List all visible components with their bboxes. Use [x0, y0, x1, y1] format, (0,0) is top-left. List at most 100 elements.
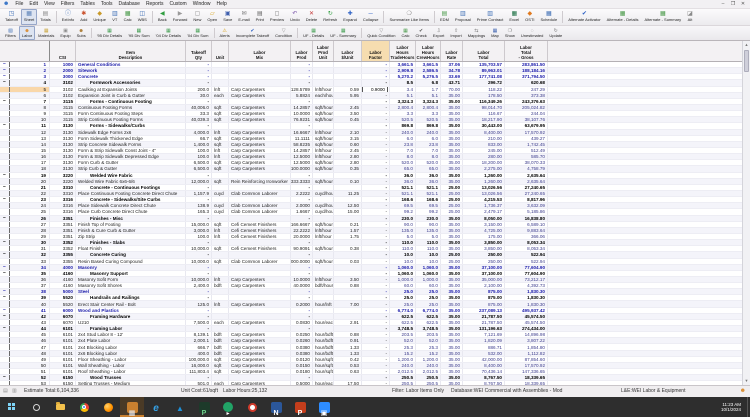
- cell-labor-rate[interactable]: 35.00: [441, 92, 463, 98]
- cell-labor-hours-crew[interactable]: 7.0: [416, 147, 441, 154]
- summarize-like-items-button[interactable]: ❍ Summarize Like Items: [386, 9, 432, 25]
- cell-labor-hours-trade[interactable]: 1,060.0: [390, 270, 416, 276]
- cell-unit[interactable]: lnft: [212, 227, 229, 233]
- cell-labor-rate[interactable]: 70.00: [441, 86, 463, 92]
- cell-labor-prod-unit[interactable]: [313, 123, 334, 129]
- cell-labor-factor[interactable]: -: [362, 209, 390, 215]
- row-filler[interactable]: [548, 357, 742, 362]
- 95-div-sum-button[interactable]: ▦ '95 Div Sum: [125, 26, 152, 40]
- cell-labor-total[interactable]: 280.00: [463, 154, 505, 160]
- cell-labor-rate[interactable]: 25.00: [441, 252, 463, 258]
- cell-labor-hours-trade[interactable]: 10.0: [390, 252, 416, 258]
- row-collapse-marker[interactable]: −: [0, 184, 10, 190]
- cell-description[interactable]: Resin Based Curing Compound: [76, 258, 186, 264]
- cell-unit[interactable]: sqft: [212, 160, 229, 166]
- cell-labor-hours-crew[interactable]: 23.8: [416, 141, 441, 147]
- cell-labor-mix[interactable]: Clab Common Laborer: [229, 209, 291, 215]
- cell-csi[interactable]: 2000: [50, 68, 76, 74]
- column-header-ch[interactable]: Labor Hours CrewHours: [416, 41, 441, 61]
- cell-labor-prod-unit[interactable]: sqft/hour: [313, 117, 334, 123]
- sheet-button[interactable]: ▦ Sheet: [20, 9, 38, 25]
- cell-description[interactable]: Masonry Sofit Form: [76, 276, 186, 283]
- cell-labor-prod[interactable]: -: [291, 184, 313, 190]
- cell-labor-prod-unit[interactable]: hour/bdft: [313, 350, 334, 356]
- row-collapse-marker[interactable]: [0, 203, 10, 209]
- cell-labor-hours-crew[interactable]: 1,060.0: [416, 264, 441, 270]
- row-number[interactable]: 15: [10, 147, 50, 154]
- cell-labor-total[interactable]: 131,196.63: [463, 326, 505, 332]
- cell-labor-rate[interactable]: 35.00: [441, 295, 463, 301]
- row-number[interactable]: 7: [10, 98, 50, 104]
- cell-labor-hours-crew[interactable]: 25.0: [416, 301, 441, 307]
- cell-labor-hours-crew[interactable]: 25.3: [416, 344, 441, 350]
- cell-labor-hours-trade[interactable]: 25.0: [390, 301, 416, 307]
- cell-takeoff-qty[interactable]: -: [186, 68, 212, 74]
- cell-labor-prod-unit[interactable]: [313, 313, 334, 319]
- cell-labor-factor[interactable]: -: [362, 141, 390, 147]
- cell-takeoff-qty[interactable]: 125.0: [186, 301, 212, 307]
- cell-labor-prod[interactable]: 14.2857: [291, 104, 313, 111]
- row-collapse-marker[interactable]: [0, 135, 10, 141]
- cell-unit[interactable]: [212, 264, 229, 270]
- cell-labor-per-unit[interactable]: [334, 326, 362, 332]
- cell-labor-hours-crew[interactable]: 6,774.0: [416, 307, 441, 313]
- cell-unit[interactable]: [212, 184, 229, 190]
- cell-labor-hours-crew[interactable]: 25.0: [416, 295, 441, 301]
- cell-labor-hours-trade[interactable]: 65.0: [390, 166, 416, 172]
- cell-description[interactable]: Float Finish: [76, 246, 186, 252]
- cell-labor-prod[interactable]: 90.9091: [291, 246, 313, 252]
- cell-takeoff-qty[interactable]: -: [186, 307, 212, 313]
- cell-labor-total-gross[interactable]: 439.27: [505, 135, 548, 141]
- cell-labor-per-unit[interactable]: 0.21: [334, 221, 362, 227]
- cell-csi[interactable]: 6101: [50, 326, 76, 332]
- cell-unit[interactable]: lnft: [212, 147, 229, 154]
- cell-labor-prod[interactable]: 10.0000: [291, 276, 313, 283]
- extinfo-button[interactable]: ⓘ ExtInfo: [59, 9, 77, 25]
- row-filler[interactable]: [548, 62, 742, 67]
- cell-labor-mix[interactable]: [229, 62, 291, 68]
- quick-condition-button[interactable]: ▽ Quick Condition: [364, 26, 398, 40]
- cell-csi[interactable]: 3115: [50, 98, 76, 104]
- cell-labor-hours-crew[interactable]: 521.1: [416, 190, 441, 197]
- row-collapse-marker[interactable]: [0, 190, 10, 197]
- column-header-total[interactable]: Labor Total: [463, 41, 505, 61]
- row-number[interactable]: 44: [10, 326, 50, 332]
- cell-labor-hours-crew[interactable]: 622.5: [416, 313, 441, 319]
- cell-unit[interactable]: lnft: [212, 276, 229, 283]
- cell-description[interactable]: Form & Strip Sidewalk Depressed Edge: [76, 154, 186, 160]
- cell-csi[interactable]: 3220: [50, 172, 76, 178]
- cell-labor-prod-unit[interactable]: sqft/hour: [313, 178, 334, 184]
- menu-database[interactable]: Database: [116, 0, 143, 9]
- cell-labor-prod[interactable]: 2.2222: [291, 190, 313, 197]
- row-collapse-marker[interactable]: [0, 129, 10, 135]
- cell-labor-mix[interactable]: [229, 215, 291, 221]
- proposal-button[interactable]: ▥ Proposal: [452, 9, 474, 25]
- cell-labor-factor[interactable]: -: [362, 276, 390, 283]
- cell-labor-hours-trade[interactable]: 60.0: [390, 283, 416, 289]
- row-filler[interactable]: [548, 68, 742, 73]
- cell-description[interactable]: Expansion Joint in Curb & Gutter: [76, 92, 186, 98]
- row-filler[interactable]: [548, 271, 742, 276]
- cell-labor-per-unit[interactable]: [334, 80, 362, 86]
- menu-edit[interactable]: Edit: [26, 0, 41, 9]
- cell-labor-prod-unit[interactable]: lnft/hour: [313, 276, 334, 283]
- cell-labor-prod[interactable]: -: [291, 215, 313, 221]
- cell-labor-mix[interactable]: Clab Common Laborer: [229, 190, 291, 197]
- cell-labor-prod[interactable]: 12.5000: [291, 154, 313, 160]
- cell-labor-factor[interactable]: -: [362, 92, 390, 98]
- cell-labor-mix[interactable]: Carp Carpenters: [229, 301, 291, 307]
- row-number[interactable]: 16: [10, 154, 50, 160]
- cell-labor-hours-crew[interactable]: 521.1: [416, 184, 441, 190]
- cell-unit[interactable]: [212, 307, 229, 313]
- cell-labor-hours-crew[interactable]: 8.0: [416, 154, 441, 160]
- cell-labor-factor[interactable]: -: [362, 215, 390, 221]
- cell-labor-prod[interactable]: 0.0260: [291, 338, 313, 344]
- alternate-activator-button[interactable]: ✔ Alternate Activator: [565, 9, 603, 25]
- cell-labor-per-unit[interactable]: 2.91: [334, 319, 362, 326]
- cell-takeoff-qty[interactable]: -: [186, 62, 212, 68]
- cell-description[interactable]: Wood and Plastics: [76, 307, 186, 313]
- cell-takeoff-qty[interactable]: 2,400.0: [186, 283, 212, 289]
- row-number[interactable]: 41: [10, 307, 50, 313]
- row-filler[interactable]: [548, 80, 742, 85]
- cell-unit[interactable]: cuyd: [212, 190, 229, 197]
